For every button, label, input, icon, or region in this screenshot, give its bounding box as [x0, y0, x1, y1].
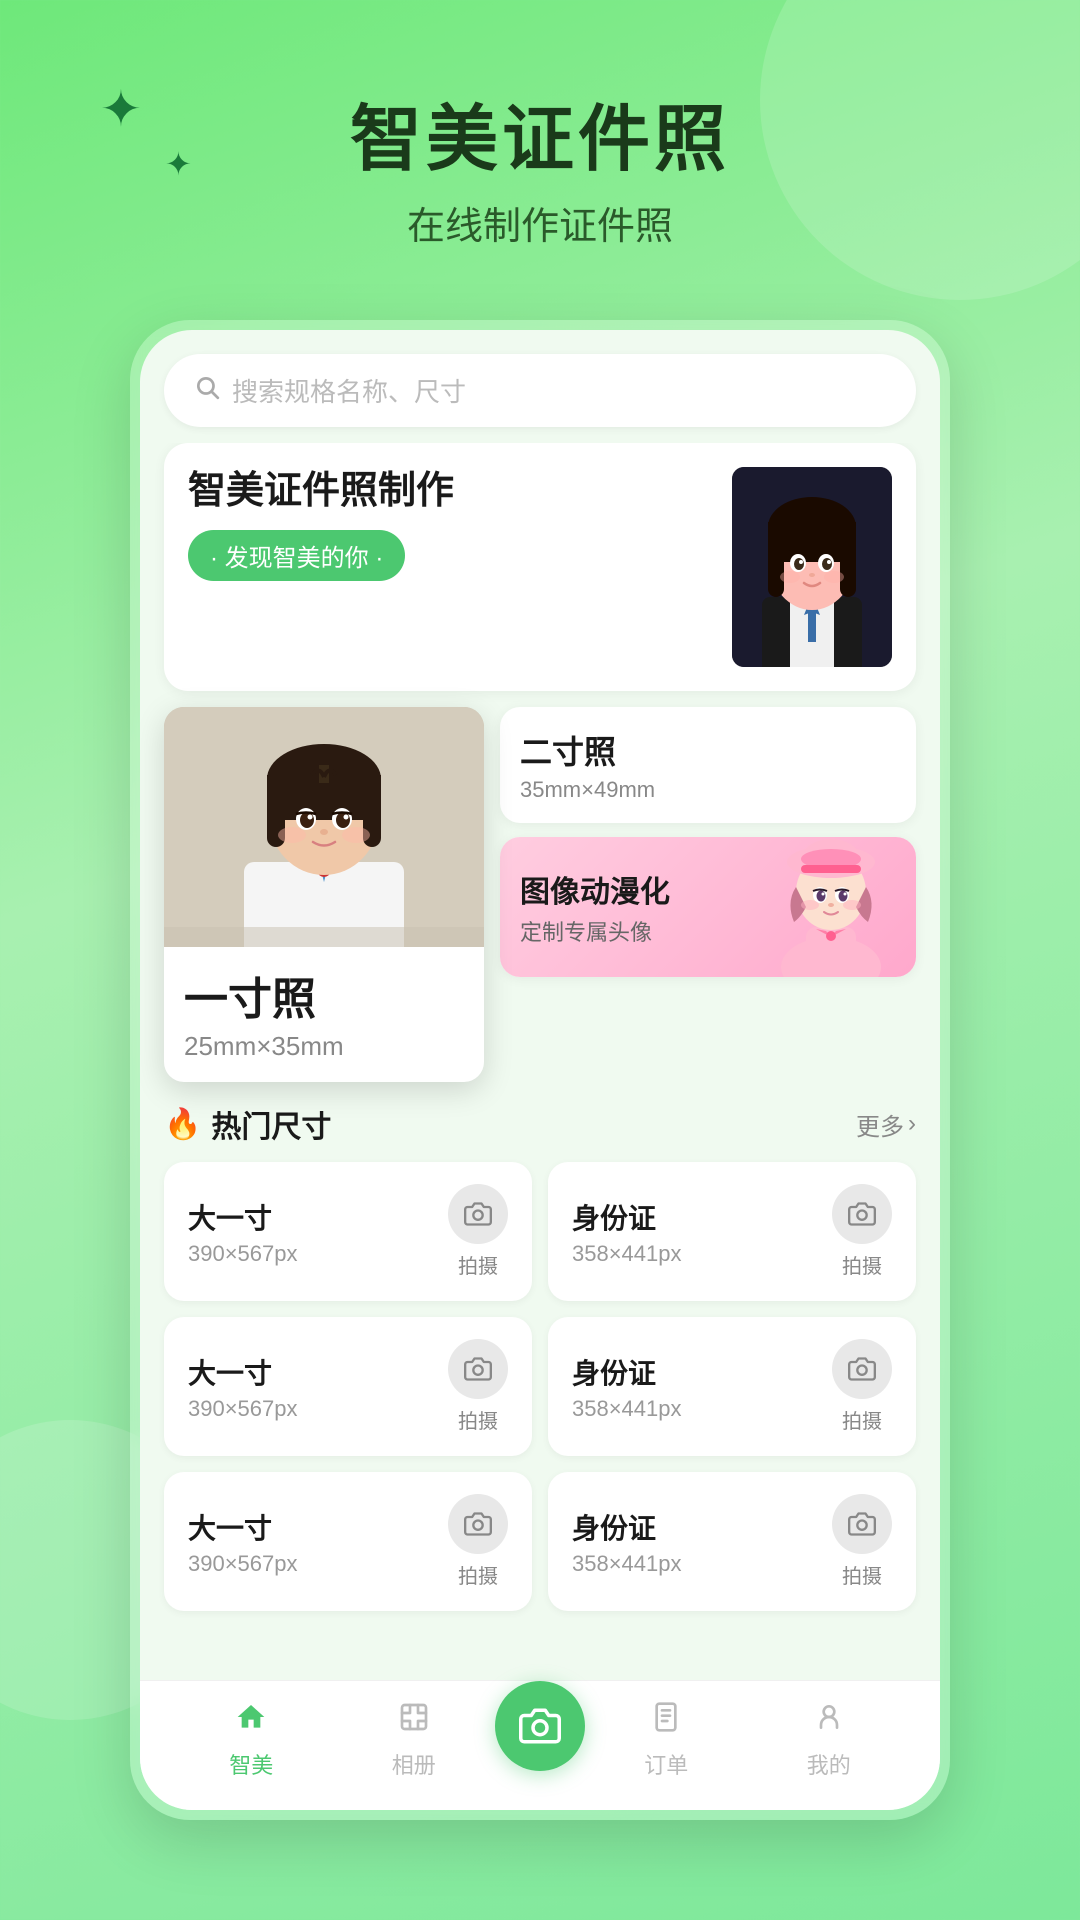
camera-btn-0[interactable]: 拍摄: [448, 1184, 508, 1279]
camera-icon-0: [448, 1184, 508, 1244]
camera-btn-5[interactable]: 拍摄: [832, 1494, 892, 1589]
bottom-navigation: 智美 相册: [140, 1680, 940, 1810]
album-icon: [398, 1701, 430, 1742]
app-subtitle: 在线制作证件照: [0, 195, 1080, 250]
nav-item-order[interactable]: 订单: [585, 1701, 748, 1780]
size-item-4-dim: 390×567px: [188, 1551, 298, 1577]
size-item-5-name: 身份证: [572, 1507, 682, 1547]
hot-title-row: 🔥 热门尺寸: [164, 1102, 331, 1146]
phone-screen: 搜索规格名称、尺寸 智美证件照制作 · 发现智美的你 ·: [140, 330, 940, 1810]
ercun-card[interactable]: 二寸照 35mm×49mm: [500, 707, 916, 823]
anime-card-bg: 图像动漫化 定制专属头像: [500, 837, 916, 977]
nav-mine-label: 我的: [807, 1748, 851, 1780]
mine-icon: [813, 1701, 845, 1742]
camera-btn-2[interactable]: 拍摄: [448, 1339, 508, 1434]
yicun-photo-image: [164, 707, 484, 947]
yicun-size: 25mm×35mm: [184, 1031, 464, 1062]
size-item-3-info: 身份证 358×441px: [572, 1352, 682, 1422]
hero-banner: 智美证件照制作 · 发现智美的你 ·: [164, 443, 916, 691]
app-title: 智美证件照: [350, 80, 730, 185]
size-item-4[interactable]: 大一寸 390×567px 拍摄: [164, 1472, 532, 1611]
hot-section-header: 🔥 热门尺寸 更多 ›: [164, 1102, 916, 1146]
size-item-1[interactable]: 身份证 358×441px 拍摄: [548, 1162, 916, 1301]
right-cards-column: 二寸照 35mm×49mm 图像动漫化 定制专属头像: [500, 707, 916, 1082]
camera-btn-3[interactable]: 拍摄: [832, 1339, 892, 1434]
nav-item-mine[interactable]: 我的: [748, 1701, 911, 1780]
nav-album-label: 相册: [392, 1748, 436, 1780]
camera-btn-4[interactable]: 拍摄: [448, 1494, 508, 1589]
sparkle-icon-1: ✦: [100, 80, 142, 138]
chevron-right-icon: ›: [908, 1110, 916, 1138]
hero-text-area: 智美证件照制作 · 发现智美的你 ·: [188, 467, 732, 581]
sparkle-icon-2: ✦: [165, 145, 192, 183]
camera-label-3: 拍摄: [842, 1405, 882, 1434]
main-content: 智美证件照制作 · 发现智美的你 ·: [140, 443, 940, 1680]
camera-label-4: 拍摄: [458, 1560, 498, 1589]
phone-frame: 搜索规格名称、尺寸 智美证件照制作 · 发现智美的你 ·: [130, 320, 950, 1820]
camera-label-1: 拍摄: [842, 1250, 882, 1279]
anime-card-text: 图像动漫化 定制专属头像: [520, 867, 766, 947]
camera-icon-3: [832, 1339, 892, 1399]
order-icon: [650, 1701, 682, 1742]
anime-card-sub: 定制专属头像: [520, 915, 766, 947]
search-icon: [194, 374, 220, 407]
ercun-title: 二寸照: [520, 727, 896, 773]
more-text: 更多: [856, 1107, 904, 1142]
size-item-4-info: 大一寸 390×567px: [188, 1507, 298, 1577]
size-item-2-dim: 390×567px: [188, 1396, 298, 1422]
anime-card[interactable]: 图像动漫化 定制专属头像: [500, 837, 916, 977]
yicun-card-info: 一寸照 25mm×35mm: [164, 947, 484, 1082]
size-item-2[interactable]: 大一寸 390×567px 拍摄: [164, 1317, 532, 1456]
app-header: ✦ ✦ 智美证件照 在线制作证件照: [0, 0, 1080, 280]
size-item-5-info: 身份证 358×441px: [572, 1507, 682, 1577]
search-bar[interactable]: 搜索规格名称、尺寸: [164, 354, 916, 427]
nav-item-home[interactable]: 智美: [170, 1701, 333, 1780]
search-placeholder-text: 搜索规格名称、尺寸: [232, 372, 466, 409]
hero-title: 智美证件照制作: [188, 467, 732, 516]
nav-item-album[interactable]: 相册: [333, 1701, 496, 1780]
fire-icon: 🔥: [164, 1107, 201, 1142]
camera-icon-1: [832, 1184, 892, 1244]
camera-label-5: 拍摄: [842, 1560, 882, 1589]
size-item-2-name: 大一寸: [188, 1352, 298, 1392]
size-item-4-name: 大一寸: [188, 1507, 298, 1547]
camera-icon-5: [832, 1494, 892, 1554]
yicun-title: 一寸照: [184, 963, 464, 1027]
camera-btn-1[interactable]: 拍摄: [832, 1184, 892, 1279]
size-grid: 大一寸 390×567px 拍摄: [164, 1162, 916, 1611]
camera-icon-4: [448, 1494, 508, 1554]
hot-sizes-section: 🔥 热门尺寸 更多 › 大一寸 390×567px: [164, 1102, 916, 1611]
size-item-1-name: 身份证: [572, 1197, 682, 1237]
size-item-2-info: 大一寸 390×567px: [188, 1352, 298, 1422]
size-item-3-name: 身份证: [572, 1352, 682, 1392]
hot-section-title: 热门尺寸: [211, 1102, 331, 1146]
yicun-photo-card[interactable]: 一寸照 25mm×35mm: [164, 707, 484, 1082]
nav-order-label: 订单: [644, 1748, 688, 1780]
size-item-0-info: 大一寸 390×567px: [188, 1197, 298, 1267]
camera-icon-2: [448, 1339, 508, 1399]
size-item-1-info: 身份证 358×441px: [572, 1197, 682, 1267]
camera-label-2: 拍摄: [458, 1405, 498, 1434]
size-item-3-dim: 358×441px: [572, 1396, 682, 1422]
more-link[interactable]: 更多 ›: [856, 1107, 916, 1142]
home-icon: [235, 1701, 267, 1742]
camera-action-button[interactable]: [495, 1681, 585, 1771]
anime-card-title: 图像动漫化: [520, 867, 766, 911]
hero-badge[interactable]: · 发现智美的你 ·: [188, 530, 405, 581]
size-item-0-name: 大一寸: [188, 1197, 298, 1237]
size-item-1-dim: 358×441px: [572, 1241, 682, 1267]
camera-label-0: 拍摄: [458, 1250, 498, 1279]
size-item-0[interactable]: 大一寸 390×567px 拍摄: [164, 1162, 532, 1301]
ercun-size: 35mm×49mm: [520, 777, 896, 803]
size-item-5[interactable]: 身份证 358×441px 拍摄: [548, 1472, 916, 1611]
size-item-0-dim: 390×567px: [188, 1241, 298, 1267]
size-item-5-dim: 358×441px: [572, 1551, 682, 1577]
size-item-3[interactable]: 身份证 358×441px 拍摄: [548, 1317, 916, 1456]
hero-avatar-image: [732, 467, 892, 667]
nav-home-label: 智美: [229, 1748, 273, 1780]
